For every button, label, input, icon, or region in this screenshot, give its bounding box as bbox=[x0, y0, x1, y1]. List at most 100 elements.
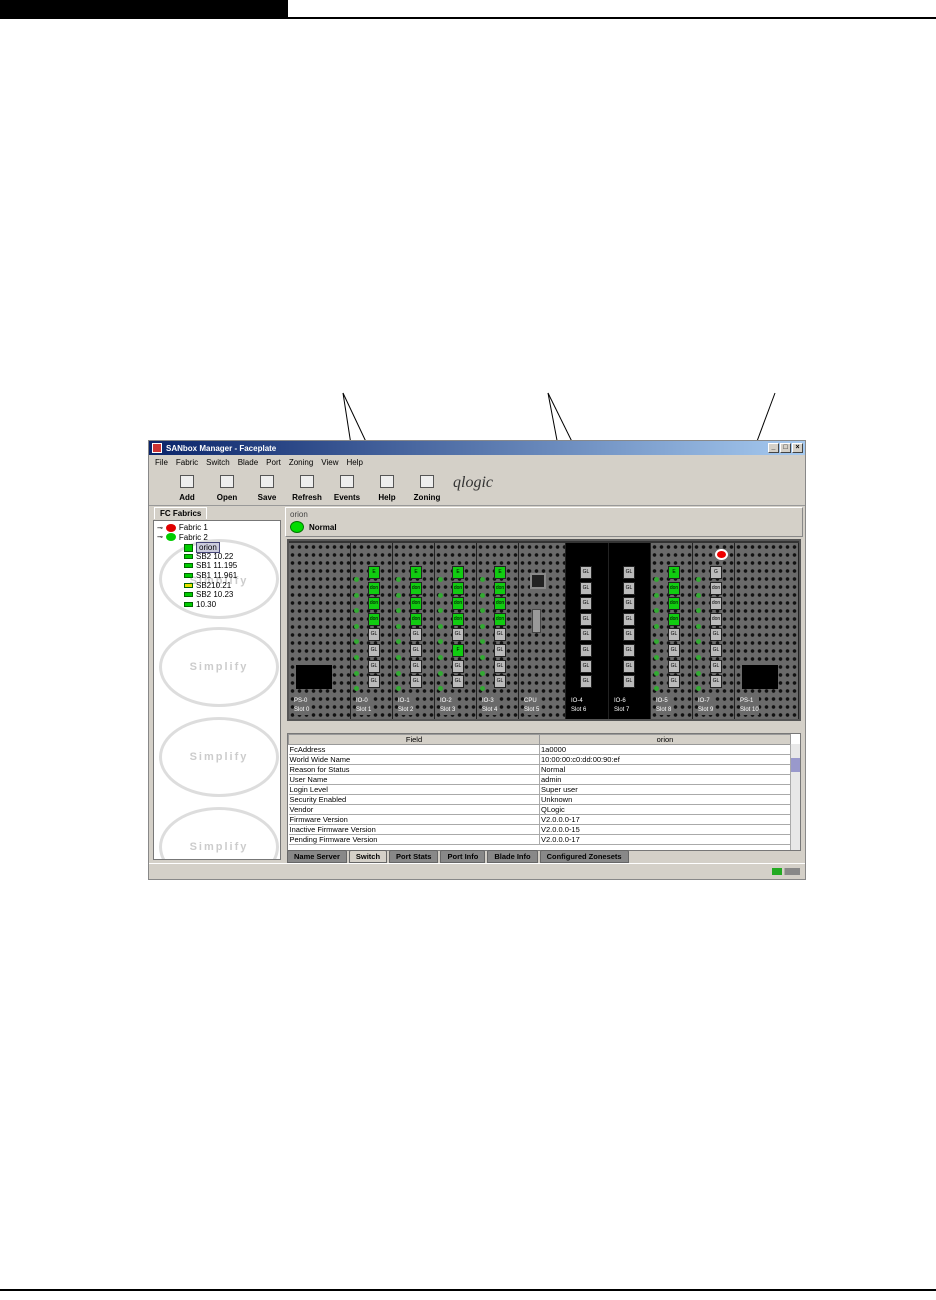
port[interactable]: GL bbox=[368, 644, 380, 657]
port[interactable]: E bbox=[410, 566, 422, 579]
tree-node[interactable]: SB2 10.23 bbox=[184, 590, 233, 599]
port[interactable]: GL bbox=[494, 659, 506, 673]
port[interactable]: GL bbox=[623, 597, 635, 611]
port[interactable]: GL bbox=[410, 659, 422, 673]
port[interactable]: don bbox=[452, 597, 464, 611]
slot-io-5[interactable]: Edon don don GL GL GL GL IO-5 Slot 8 bbox=[651, 543, 693, 719]
table-row[interactable]: Login Level Super user bbox=[288, 784, 791, 795]
table-row[interactable]: Firmware Version V2.0.0.0-17 bbox=[288, 814, 791, 825]
slot-io-4[interactable]: GL GL GL GL GL GL GL GL IO-4 Slot 6 bbox=[566, 543, 609, 719]
port[interactable]: don bbox=[710, 581, 722, 595]
table-row[interactable]: Reason for Status Normal bbox=[288, 764, 791, 775]
minimize-button[interactable]: _ bbox=[768, 443, 779, 453]
tab-switch[interactable]: Switch bbox=[348, 850, 388, 863]
slot-io-6[interactable]: GL GL GL GL GL GL GL GL IO-6 Slot 7 bbox=[609, 543, 651, 719]
port[interactable]: GL bbox=[494, 628, 506, 642]
slot-io-3[interactable]: Edon don don GL GL GL GL IO-3 Slot 4 bbox=[477, 543, 519, 719]
port[interactable]: E bbox=[494, 566, 506, 579]
toolbar-help-button[interactable]: Help bbox=[367, 475, 407, 502]
menu-port[interactable]: Port bbox=[266, 458, 281, 467]
expand-toggle-icon[interactable]: ⊸ bbox=[157, 533, 163, 541]
menu-switch[interactable]: Switch bbox=[206, 458, 230, 467]
port[interactable]: GL bbox=[410, 644, 422, 657]
table-row[interactable]: Vendor QLogic bbox=[288, 804, 791, 815]
port[interactable]: GL bbox=[494, 675, 506, 689]
port[interactable]: GL bbox=[368, 675, 380, 689]
port[interactable]: GL bbox=[580, 566, 592, 579]
slot-io-2[interactable]: Edon don don GL F GL GL IO-2 Slot 3 bbox=[435, 543, 477, 719]
port[interactable]: don bbox=[668, 612, 680, 626]
port[interactable]: E bbox=[668, 566, 680, 579]
port[interactable]: GL bbox=[668, 628, 680, 642]
port[interactable]: GL bbox=[710, 659, 722, 673]
port[interactable]: don bbox=[410, 612, 422, 626]
port[interactable]: GL bbox=[623, 675, 635, 689]
slot-io-7[interactable]: Gdon don don GL GL GL GL IO-7 Slot 9 bbox=[693, 543, 735, 719]
port[interactable]: GL bbox=[452, 659, 464, 673]
tab-port-stats[interactable]: Port Stats bbox=[389, 850, 439, 863]
tree-node[interactable]: ⊸ Fabric 2 bbox=[157, 533, 208, 542]
expand-toggle-icon[interactable]: ⊸ bbox=[157, 524, 163, 532]
column-header-switch[interactable]: orion bbox=[539, 734, 791, 745]
port[interactable]: GL bbox=[623, 612, 635, 626]
port[interactable]: GL bbox=[710, 675, 722, 689]
menu-fabric[interactable]: Fabric bbox=[176, 458, 198, 467]
port[interactable]: don bbox=[494, 581, 506, 595]
port[interactable]: GL bbox=[623, 566, 635, 579]
port[interactable]: GL bbox=[410, 628, 422, 642]
port[interactable]: don bbox=[452, 612, 464, 626]
scrollbar-thumb[interactable] bbox=[791, 758, 800, 772]
port[interactable]: GL bbox=[410, 675, 422, 689]
port[interactable]: GL bbox=[452, 675, 464, 689]
table-row[interactable]: Inactive Firmware Version V2.0.0.0-15 bbox=[288, 824, 791, 835]
port[interactable]: GL bbox=[494, 644, 506, 657]
port[interactable]: GL bbox=[710, 644, 722, 657]
tab-name-server[interactable]: Name Server bbox=[287, 850, 347, 863]
port[interactable]: GL bbox=[710, 628, 722, 642]
port[interactable]: don bbox=[368, 581, 380, 595]
port[interactable]: don bbox=[410, 581, 422, 595]
port[interactable]: don bbox=[410, 597, 422, 611]
port[interactable]: GL bbox=[623, 659, 635, 673]
port[interactable]: GL bbox=[580, 612, 592, 626]
tab-configured-zonesets[interactable]: Configured Zonesets bbox=[539, 850, 629, 863]
toolbar-add-button[interactable]: Add bbox=[167, 475, 207, 502]
table-row[interactable]: User Name admin bbox=[288, 774, 791, 785]
port[interactable]: GL bbox=[580, 628, 592, 642]
port[interactable]: don bbox=[710, 612, 722, 626]
menu-zoning[interactable]: Zoning bbox=[289, 458, 313, 467]
port[interactable]: don bbox=[710, 597, 722, 611]
port[interactable]: GL bbox=[668, 644, 680, 657]
maximize-button[interactable]: □ bbox=[780, 443, 791, 453]
port[interactable]: GL bbox=[368, 659, 380, 673]
table-row[interactable]: Pending Firmware Version V2.0.0.0-17 bbox=[288, 834, 791, 845]
port[interactable]: GL bbox=[623, 581, 635, 595]
toolbar-zoning-button[interactable]: Zoning bbox=[407, 475, 447, 502]
port[interactable]: don bbox=[368, 612, 380, 626]
tree-node[interactable]: 10.30 bbox=[184, 600, 216, 609]
slot-ps-0[interactable]: PS-0 Slot 0 bbox=[289, 543, 351, 719]
tree-node[interactable]: SB210.21 bbox=[184, 581, 231, 590]
toolbar-open-button[interactable]: Open bbox=[207, 475, 247, 502]
tree-node[interactable]: SB2 10.22 bbox=[184, 552, 233, 561]
port[interactable]: don bbox=[494, 612, 506, 626]
tree-node[interactable]: SB1 11.195 bbox=[184, 561, 237, 570]
port[interactable]: GL bbox=[368, 628, 380, 642]
tab-port-info[interactable]: Port Info bbox=[440, 850, 486, 863]
menu-blade[interactable]: Blade bbox=[238, 458, 258, 467]
menu-file[interactable]: File bbox=[155, 458, 168, 467]
column-header-field[interactable]: Field bbox=[288, 734, 540, 745]
port[interactable]: GL bbox=[623, 628, 635, 642]
port[interactable]: GL bbox=[668, 675, 680, 689]
port[interactable]: GL bbox=[623, 644, 635, 657]
tree-node[interactable]: ⊸ Fabric 1 bbox=[157, 523, 208, 532]
port[interactable]: GL bbox=[580, 659, 592, 673]
menu-view[interactable]: View bbox=[321, 458, 338, 467]
port[interactable]: don bbox=[494, 597, 506, 611]
port[interactable]: GL bbox=[580, 581, 592, 595]
port[interactable]: GL bbox=[668, 659, 680, 673]
port[interactable]: E bbox=[452, 566, 464, 579]
port[interactable]: GL bbox=[452, 628, 464, 642]
port[interactable]: don bbox=[668, 597, 680, 611]
table-row[interactable]: Security Enabled Unknown bbox=[288, 794, 791, 805]
